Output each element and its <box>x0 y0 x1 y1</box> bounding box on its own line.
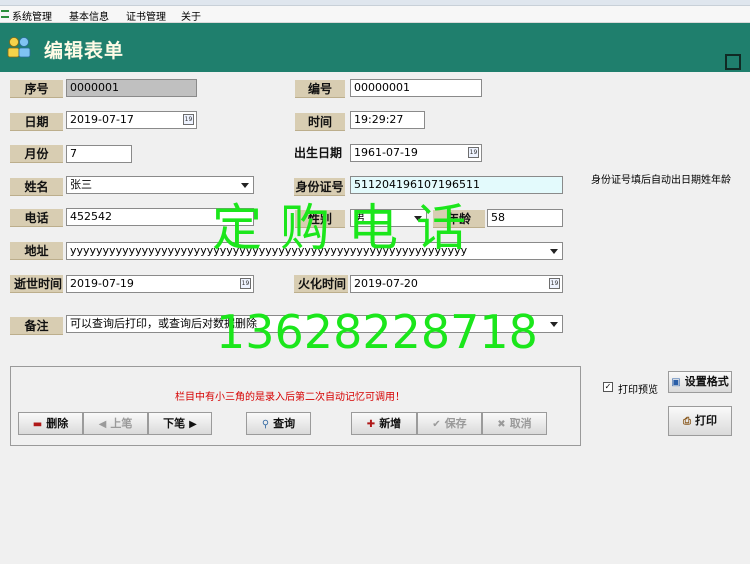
chevron-down-icon[interactable] <box>237 177 253 193</box>
print-label: 打印 <box>695 414 717 427</box>
month-label: 月份 <box>10 145 63 163</box>
birth-label: 出生日期 <box>294 146 343 160</box>
seq-field[interactable]: 0000001 <box>66 79 197 97</box>
calendar-icon[interactable]: 19 <box>240 278 251 289</box>
cancel-button[interactable]: ✖ 取消 <box>482 412 547 435</box>
next-icon: ▶ <box>189 419 197 430</box>
seq-label: 序号 <box>10 80 63 98</box>
id-field[interactable]: 511204196107196511 <box>350 176 563 194</box>
page-title: 编辑表单 <box>44 40 125 62</box>
plus-icon: ✚ <box>366 419 376 430</box>
address-value: yyyyyyyyyyyyyyyyyyyyyyyyyyyyyyyyyyyyyyyy… <box>70 244 468 257</box>
date-value: 2019-07-17 <box>70 113 134 126</box>
add-label: 新增 <box>379 417 402 430</box>
add-button[interactable]: ✚ 新增 <box>351 412 417 435</box>
age-label: 年龄 <box>433 210 485 228</box>
cremation-time-label: 火化时间 <box>294 275 348 293</box>
menu-bar: 系统管理 基本信息 证书管理 关于 <box>0 6 750 23</box>
cremation-time-value: 2019-07-20 <box>354 277 418 290</box>
setup-format-button[interactable]: ▣ 设置格式 <box>668 371 732 393</box>
save-label: 保存 <box>444 417 467 430</box>
name-field[interactable]: 张三 <box>66 176 254 194</box>
time-label: 时间 <box>295 113 345 131</box>
print-preview-checkbox[interactable]: ✓ <box>603 382 613 392</box>
phone-label: 电话 <box>10 209 63 227</box>
chevron-down-icon[interactable] <box>546 316 562 332</box>
query-button[interactable]: ⚲ 查询 <box>246 412 311 435</box>
code-value: 00000001 <box>354 81 410 94</box>
close-icon: ✖ <box>497 419 506 430</box>
menu-system[interactable]: 系统管理 <box>12 8 52 23</box>
seq-value: 0000001 <box>70 81 119 94</box>
death-time-value: 2019-07-19 <box>70 277 134 290</box>
time-value: 19:29:27 <box>354 113 404 126</box>
form-banner: 编辑表单 <box>0 23 750 72</box>
calendar-icon[interactable]: 19 <box>468 147 479 158</box>
birth-field[interactable]: 1961-07-19 19 <box>350 144 482 162</box>
cremation-time-field[interactable]: 2019-07-20 19 <box>350 275 563 293</box>
search-icon: ⚲ <box>261 419 270 430</box>
menu-app-icon <box>1 10 9 18</box>
code-field[interactable]: 00000001 <box>350 79 482 97</box>
address-label: 地址 <box>10 242 63 260</box>
calendar-icon[interactable]: 19 <box>549 278 560 289</box>
month-value: 7 <box>70 147 77 160</box>
id-auto-note: 身份证号填后自动出日期姓年龄 <box>591 175 731 186</box>
gender-label: 性别 <box>295 210 345 228</box>
menu-basic-info[interactable]: 基本信息 <box>69 8 109 23</box>
print-button[interactable]: ⎙ 打印 <box>668 406 732 436</box>
name-value: 张三 <box>70 178 92 191</box>
delete-label: 删除 <box>46 417 69 430</box>
code-label: 编号 <box>295 80 345 98</box>
query-label: 查询 <box>273 417 296 430</box>
menu-certificate[interactable]: 证书管理 <box>126 8 166 23</box>
chevron-down-icon[interactable] <box>410 210 426 226</box>
time-field[interactable]: 19:29:27 <box>350 111 425 129</box>
save-button[interactable]: ✔ 保存 <box>417 412 482 435</box>
printer-icon: ⎙ <box>683 416 691 427</box>
id-label: 身份证号 <box>294 178 345 196</box>
setup-format-label: 设置格式 <box>684 375 729 388</box>
calendar-icon[interactable]: 19 <box>183 114 194 125</box>
date-field[interactable]: 2019-07-17 19 <box>66 111 197 129</box>
phone-field[interactable]: 452542 <box>66 208 254 226</box>
phone-value: 452542 <box>70 210 112 223</box>
chevron-down-icon[interactable] <box>546 243 562 259</box>
remark-field[interactable]: 可以查询后打印，或查询后对数据删除 <box>66 315 563 333</box>
gender-value: 男 <box>354 211 365 224</box>
id-value: 511204196107196511 <box>354 178 480 191</box>
prev-button[interactable]: ◀ 上笔 <box>83 412 148 435</box>
birth-value: 1961-07-19 <box>354 146 418 159</box>
date-label: 日期 <box>10 113 63 131</box>
hint-text: 栏目中有小三角的是录入后第二次自动记忆可调用！ <box>175 392 405 403</box>
check-icon: ✔ <box>432 419 441 430</box>
prev-icon: ◀ <box>98 419 107 430</box>
delete-button[interactable]: ▬ 删除 <box>18 412 83 435</box>
remark-label: 备注 <box>10 317 63 335</box>
users-icon <box>7 37 31 58</box>
prev-label: 上笔 <box>110 417 133 430</box>
banner-toggle-box[interactable] <box>725 54 741 70</box>
next-button[interactable]: 下笔 ▶ <box>148 412 212 435</box>
print-preview-label: 打印预览 <box>618 385 658 396</box>
address-field[interactable]: yyyyyyyyyyyyyyyyyyyyyyyyyyyyyyyyyyyyyyyy… <box>66 242 563 260</box>
death-time-field[interactable]: 2019-07-19 19 <box>66 275 254 293</box>
format-icon: ▣ <box>671 377 681 388</box>
gender-field[interactable]: 男 <box>350 209 427 227</box>
month-field[interactable]: 7 <box>66 145 132 163</box>
remark-value: 可以查询后打印，或查询后对数据删除 <box>70 317 257 330</box>
age-value: 58 <box>491 211 505 224</box>
menu-about[interactable]: 关于 <box>181 8 201 23</box>
next-label: 下笔 <box>163 417 186 430</box>
death-time-label: 逝世时间 <box>10 275 63 293</box>
cancel-label: 取消 <box>509 417 532 430</box>
age-field[interactable]: 58 <box>487 209 563 227</box>
minus-icon: ▬ <box>32 419 43 430</box>
name-label: 姓名 <box>10 178 63 196</box>
